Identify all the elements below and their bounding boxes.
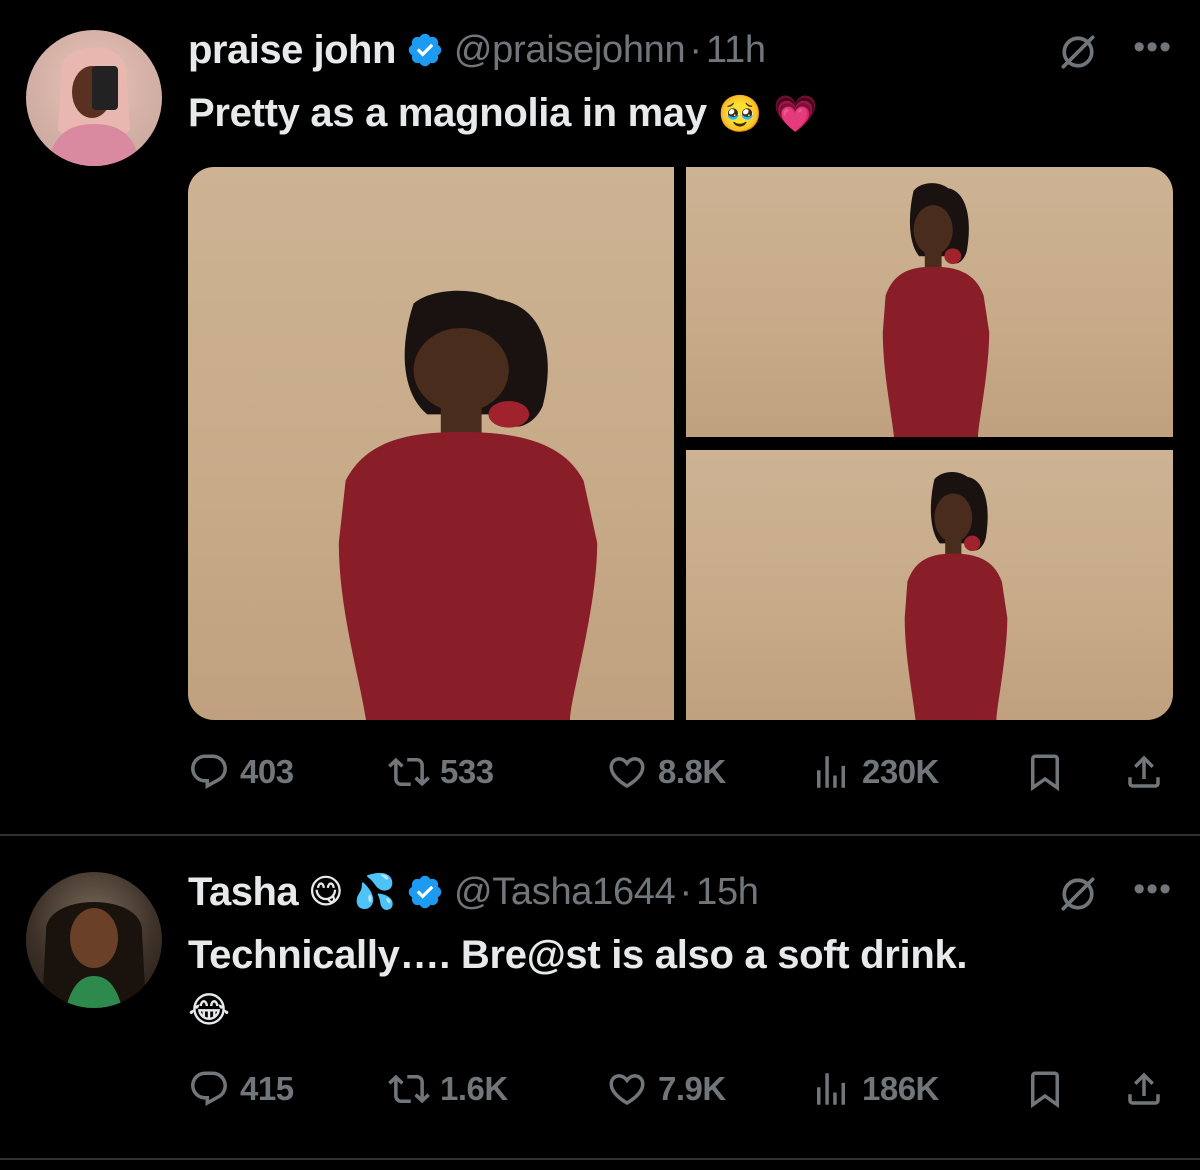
media-photo-3[interactable] [686, 450, 1173, 720]
views-count: 230K [862, 753, 939, 790]
verified-badge-icon [406, 31, 444, 69]
views-button[interactable]: 230K [810, 747, 939, 797]
action-bar: 403 533 8.8K 230K [188, 747, 1178, 797]
bookmark-button[interactable] [1024, 1064, 1066, 1114]
retweet-icon [388, 1068, 430, 1110]
like-button[interactable]: 7.9K [606, 1064, 726, 1114]
grok-icon[interactable] [1056, 30, 1100, 74]
timestamp[interactable]: 15h [696, 871, 759, 914]
separator-dot: · [679, 870, 693, 913]
tweet-body: Pretty as a magnolia in may [188, 91, 707, 135]
like-count: 7.9K [658, 1070, 726, 1107]
tweet-text: Pretty as a magnolia in may 🥹 💗 [188, 86, 1140, 142]
timestamp[interactable]: 11h [706, 29, 766, 72]
views-count: 186K [862, 1070, 939, 1107]
bookmark-button[interactable] [1024, 747, 1066, 797]
media-grid [188, 167, 1173, 720]
verified-badge-icon [406, 873, 444, 911]
reply-button[interactable]: 415 [188, 1064, 294, 1114]
tears-of-joy-emoji: 😂 [188, 990, 230, 1031]
share-icon [1123, 1068, 1165, 1110]
tweet-text: Technically…. Bre@st is also a soft drin… [188, 928, 1140, 1038]
tweet-header: Tasha 😋 💦 @Tasha1644 · 15h [188, 868, 759, 916]
display-name[interactable]: praise john [188, 28, 396, 73]
like-count: 8.8K [658, 753, 726, 790]
reply-count: 415 [240, 1070, 294, 1107]
views-icon [810, 1068, 852, 1110]
retweet-button[interactable]: 1.6K [388, 1064, 508, 1114]
media-photo-1[interactable] [188, 167, 674, 720]
photo-figure [836, 175, 1036, 437]
photo-figure [298, 277, 638, 720]
views-button[interactable]: 186K [810, 1064, 939, 1114]
more-icon[interactable]: ••• [1133, 30, 1172, 64]
grok-icon[interactable] [1056, 872, 1100, 916]
divider [0, 1158, 1200, 1160]
like-button[interactable]: 8.8K [606, 747, 726, 797]
tweet[interactable]: praise john @praisejohnn · 11h ••• Prett… [0, 0, 1200, 836]
timeline-feed: praise john @praisejohnn · 11h ••• Prett… [0, 0, 1200, 1170]
reply-icon [188, 751, 230, 793]
action-bar: 415 1.6K 7.9K 186K [188, 1064, 1178, 1114]
tweet-header: praise john @praisejohnn · 11h [188, 26, 766, 74]
more-icon[interactable]: ••• [1133, 872, 1172, 906]
pink-heart-emoji: 💗 [772, 94, 818, 135]
like-icon [606, 1068, 648, 1110]
share-button[interactable] [1123, 1064, 1165, 1114]
handle[interactable]: @praisejohnn [454, 29, 686, 72]
bookmark-icon [1024, 1068, 1066, 1110]
media-photo-2[interactable] [686, 167, 1173, 437]
avatar[interactable] [26, 872, 162, 1008]
photo-figure [866, 464, 1046, 720]
display-name[interactable]: Tasha [188, 870, 299, 915]
share-icon [1123, 751, 1165, 793]
retweet-count: 1.6K [440, 1070, 508, 1107]
retweet-button[interactable]: 533 [388, 747, 494, 797]
reply-count: 403 [240, 753, 294, 790]
reply-button[interactable]: 403 [188, 747, 294, 797]
handle[interactable]: @Tasha1644 [454, 871, 676, 914]
separator-dot: · [689, 28, 702, 71]
retweet-icon [388, 751, 430, 793]
avatar[interactable] [26, 30, 162, 166]
avatar-image [48, 47, 140, 166]
pleading-face-emoji: 🥹 [717, 94, 763, 135]
bookmark-icon [1024, 751, 1066, 793]
views-icon [810, 751, 852, 793]
avatar-image [42, 902, 146, 1008]
savoring-food-emoji: 😋 [308, 872, 344, 912]
retweet-count: 533 [440, 753, 494, 790]
tweet[interactable]: Tasha 😋 💦 @Tasha1644 · 15h ••• Technical… [0, 836, 1200, 1170]
sweat-droplets-emoji: 💦 [353, 872, 396, 912]
like-icon [606, 751, 648, 793]
reply-icon [188, 1068, 230, 1110]
tweet-body: Technically…. Bre@st is also a soft drin… [188, 933, 968, 977]
share-button[interactable] [1123, 747, 1165, 797]
